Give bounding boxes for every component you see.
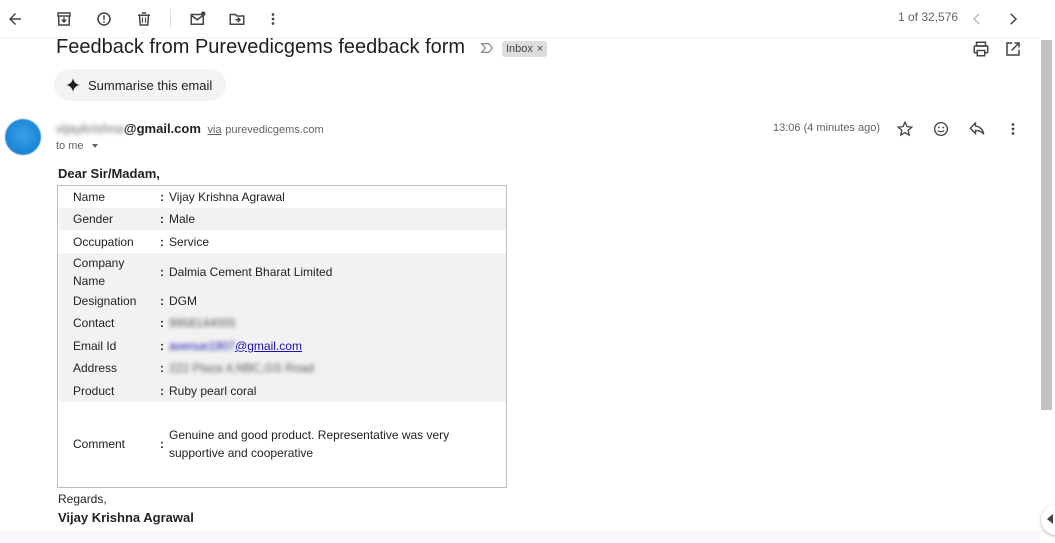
reply-icon[interactable] — [968, 120, 986, 138]
field-colon: : — [160, 294, 164, 308]
next-icon[interactable] — [1001, 7, 1025, 31]
field-value: Ruby pearl coral — [169, 383, 257, 398]
table-row: Designation : DGM — [59, 290, 506, 312]
table-row: Product : Ruby pearl coral — [59, 379, 506, 402]
mark-unread-icon[interactable] — [186, 7, 210, 31]
bottom-bar — [0, 531, 1040, 543]
field-colon: : — [160, 235, 164, 249]
more-vert-icon[interactable] — [261, 7, 285, 31]
field-colon: : — [160, 190, 164, 204]
feedback-form-table: Name : Vijay Krishna Agrawal Gender : Ma… — [57, 185, 507, 488]
email-greeting: Dear Sir/Madam, — [58, 166, 160, 181]
sender-line: vijaykrishna@gmail.com via purevedicgems… — [56, 121, 324, 136]
field-label: Occupation — [73, 235, 134, 249]
contact-value-redacted: 9958144005 — [169, 316, 236, 330]
avatar[interactable] — [5, 119, 41, 155]
email-link[interactable]: avenue1907@gmail.com — [169, 339, 302, 353]
email-timestamp: 13:06 (4 minutes ago) — [773, 122, 881, 134]
sparkle-icon — [66, 78, 80, 92]
address-value-redacted: 222 Plaza 4,NBC,GS Road — [169, 361, 314, 375]
field-label: Email Id — [73, 338, 117, 353]
table-row: Company Name : Dalmia Cement Bharat Limi… — [59, 253, 506, 290]
field-colon: : — [160, 264, 164, 279]
signature-name: Vijay Krishna Agrawal — [58, 510, 194, 525]
chevron-down-icon[interactable] — [91, 144, 98, 148]
back-arrow-icon[interactable] — [3, 7, 27, 31]
field-value: Genuine and good product. Representative… — [169, 428, 450, 460]
field-colon: : — [160, 383, 164, 398]
toolbar-divider — [170, 9, 171, 27]
emoji-react-icon[interactable] — [932, 120, 950, 138]
table-row: Contact : 9958144005 — [59, 312, 506, 334]
table-row: Name : Vijay Krishna Agrawal — [59, 187, 506, 207]
field-label: Comment — [73, 437, 126, 451]
field-label: Address — [73, 361, 118, 375]
report-spam-icon[interactable] — [92, 7, 116, 31]
via-link[interactable]: via — [208, 124, 222, 136]
print-icon[interactable] — [972, 40, 990, 58]
remove-label-icon[interactable]: × — [537, 41, 543, 57]
field-label: Designation — [73, 294, 137, 308]
table-row: Comment : Genuine and good product. Repr… — [59, 402, 506, 486]
field-colon: : — [160, 361, 164, 375]
inbox-label-text: Inbox — [506, 43, 533, 55]
field-colon: : — [160, 338, 164, 353]
field-value: avenue1907@gmail.com — [169, 337, 489, 355]
field-label: Contact — [73, 316, 115, 330]
sender-username-redacted: vijaykrishna — [56, 121, 124, 136]
pager-count: 1 of 32,576 — [898, 10, 959, 24]
field-colon: : — [160, 316, 164, 330]
scrollbar[interactable] — [1041, 40, 1052, 410]
field-label: Company Name — [73, 255, 125, 288]
chevron-left-icon — [1047, 514, 1053, 524]
field-value: Dalmia Cement Bharat Limited — [169, 264, 333, 279]
inbox-label-chip: Inbox × — [502, 41, 548, 57]
sender-domain[interactable]: @gmail.com — [124, 121, 201, 136]
email-user-redacted: avenue1907 — [169, 338, 236, 353]
field-value: DGM — [169, 294, 197, 308]
table-row: Address : 222 Plaza 4,NBC,GS Road — [59, 357, 506, 379]
importance-marker-icon[interactable] — [480, 41, 494, 55]
closing-regards: Regards, — [58, 492, 107, 506]
delete-icon[interactable] — [132, 7, 156, 31]
field-label: Gender — [73, 212, 114, 226]
field-colon: : — [160, 212, 164, 226]
recipient-details[interactable]: to me — [56, 140, 98, 152]
prev-icon[interactable] — [965, 7, 989, 31]
archive-icon[interactable] — [52, 7, 76, 31]
field-label: Product — [73, 383, 115, 398]
email-subject: Feedback from Purevedicgems feedback for… — [56, 36, 466, 58]
move-to-icon[interactable] — [225, 7, 249, 31]
field-value: Male — [169, 212, 196, 226]
to-me-label: to me — [56, 140, 84, 152]
field-label: Name — [73, 190, 106, 204]
table-row: Occupation : Service — [59, 231, 506, 253]
field-value: Service — [169, 235, 210, 249]
email-toolbar: 1 of 32,576 — [0, 0, 1040, 38]
field-value: Vijay Krishna Agrawal — [169, 190, 285, 204]
via-domain: purevedicgems.com — [225, 124, 324, 136]
summarise-button[interactable]: Summarise this email — [54, 69, 227, 101]
field-colon: : — [160, 437, 164, 451]
table-row: Email Id : avenue1907@gmail.com — [59, 334, 506, 357]
summarise-label: Summarise this email — [88, 77, 213, 93]
star-icon[interactable] — [896, 120, 914, 138]
table-row: Gender : Male — [59, 208, 506, 230]
more-vert-icon[interactable] — [1004, 120, 1022, 138]
side-panel-toggle[interactable] — [1041, 505, 1055, 535]
email-domain: @gmail.com — [235, 338, 302, 353]
open-new-window-icon[interactable] — [1004, 40, 1022, 58]
